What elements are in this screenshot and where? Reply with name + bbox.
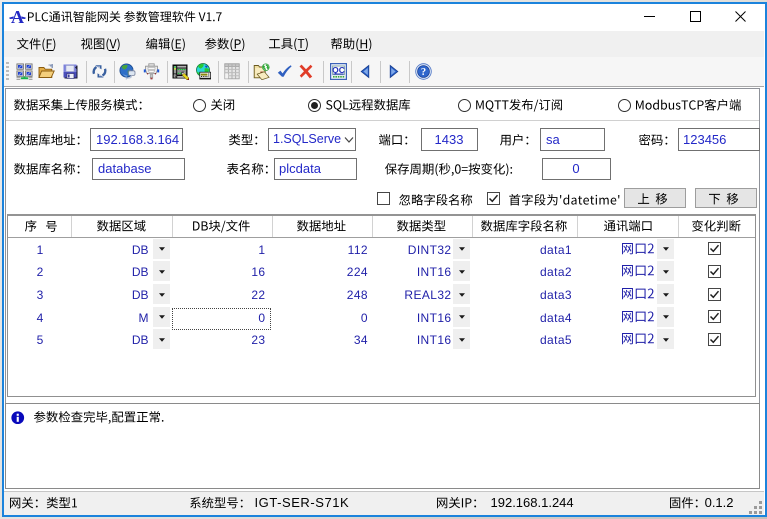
svg-text:?: ?	[420, 67, 425, 78]
svg-text:A: A	[11, 8, 24, 25]
